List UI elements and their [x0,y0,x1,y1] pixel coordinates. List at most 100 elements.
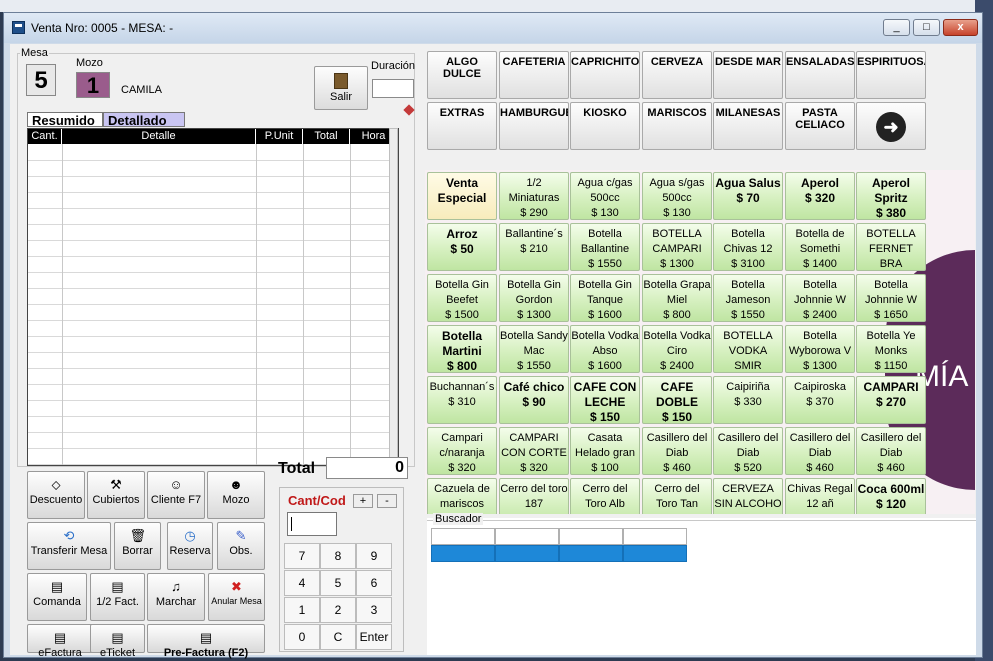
pre-factura-f2-button[interactable]: ▤ Pre-Factura (F2) [147,624,265,659]
search-cell[interactable] [623,528,687,545]
product-button[interactable]: Botella Vodka Ciro $ 2400 [642,325,712,373]
product-button[interactable]: CAMPARI CON CORTE $ 320 [499,427,569,475]
maximize-button[interactable]: □ [913,19,940,36]
product-button[interactable]: Aperol Spritz $ 380 [856,172,926,220]
key-3[interactable]: 3 [356,597,392,623]
pin-icon[interactable] [403,104,415,116]
category-extras[interactable]: EXTRAS [427,102,497,150]
product-button[interactable]: CAFE DOBLE $ 150 [642,376,712,424]
descuento-button[interactable]: ⬦ Descuento [27,471,85,519]
product-button[interactable]: Casillero del Diab $ 460 [785,427,855,475]
product-button[interactable]: Casillero del Diab $ 520 [713,427,783,475]
key-7[interactable]: 7 [284,543,320,569]
product-button[interactable]: Casillero del Diab $ 460 [856,427,926,475]
category-ensaladas[interactable]: ENSALADAS [785,51,855,99]
category-hamburguesas[interactable]: HAMBURGUESAS [499,102,569,150]
product-button[interactable]: Botella Ye Monks $ 1150 [856,325,926,373]
plus-button[interactable]: + [353,494,373,508]
product-button[interactable]: 1/2 Miniaturas $ 290 [499,172,569,220]
search-cell[interactable] [495,528,559,545]
cliente-f7-button[interactable]: ☺ Cliente F7 [147,471,205,519]
key-4[interactable]: 4 [284,570,320,596]
category-pasta-celiaco[interactable]: PASTA CELIACO [785,102,855,150]
product-button[interactable]: Botella Jameson $ 1550 [713,274,783,322]
key-c[interactable]: C [320,624,356,650]
key-6[interactable]: 6 [356,570,392,596]
product-button[interactable]: Agua s/gas 500cc $ 130 [642,172,712,220]
marchar-button[interactable]: ♫ Marchar [147,573,205,621]
product-button[interactable]: BOTELLA CAMPARI $ 1300 [642,223,712,271]
minimize-button[interactable]: _ [883,19,910,36]
product-button[interactable]: CAMPARI $ 270 [856,376,926,424]
product-button[interactable]: Botella Johnnie W $ 1650 [856,274,926,322]
col-detalle[interactable]: Detalle [62,129,256,144]
comanda-button[interactable]: ▤ Comanda [27,573,87,621]
key-9[interactable]: 9 [356,543,392,569]
product-button[interactable]: Botella Gin Tanque $ 1600 [570,274,640,322]
product-button[interactable]: Botella Grapa Miel $ 800 [642,274,712,322]
product-button[interactable]: Cerro del Toro Alb [570,478,640,514]
category-algo-dulce[interactable]: ALGO DULCE [427,51,497,99]
product-button[interactable]: Botella de Somethi $ 1400 [785,223,855,271]
buscador-results[interactable] [431,528,687,564]
product-button[interactable]: Botella Vodka Abso $ 1600 [570,325,640,373]
search-cell[interactable] [431,528,495,545]
key-enter[interactable]: Enter [356,624,392,650]
category-espirituosas[interactable]: ESPIRITUOSAS [856,51,926,99]
product-button[interactable]: Venta Especial [427,172,497,220]
transferir-mesa-button[interactable]: ⟲ Transferir Mesa [27,522,111,570]
product-button[interactable]: Aperol $ 320 [785,172,855,220]
efactura-button[interactable]: ▤ eFactura [27,624,93,659]
eticket-button[interactable]: ▤ eTicket [90,624,145,659]
category-mariscos[interactable]: MARISCOS [642,102,712,150]
search-cell-selected[interactable] [559,545,623,562]
category-cafeteria[interactable]: CAFETERIA [499,51,569,99]
product-button[interactable]: Cazuela de mariscos [427,478,497,514]
col-total[interactable]: Total [303,129,350,144]
minus-button[interactable]: - [377,494,397,508]
product-button[interactable]: Botella Gin Beefet $ 1500 [427,274,497,322]
key-2[interactable]: 2 [320,597,356,623]
category-milanesas[interactable]: MILANESAS [713,102,783,150]
product-button[interactable]: Cerro del toro 187 [499,478,569,514]
grid-scrollbar[interactable] [389,128,398,464]
product-button[interactable]: Buchannan´s $ 310 [427,376,497,424]
category-kiosko[interactable]: KIOSKO [570,102,640,150]
col-cant[interactable]: Cant. [28,129,62,144]
product-button[interactable]: Agua c/gas 500cc $ 130 [570,172,640,220]
cubiertos-button[interactable]: ⚒ Cubiertos [87,471,145,519]
category-caprichitos[interactable]: CAPRICHITOS [570,51,640,99]
product-button[interactable]: Botella Chivas 12 $ 3100 [713,223,783,271]
salir-button[interactable]: Salir [314,66,368,110]
product-button[interactable]: BOTELLA VODKA SMIR$ 1200 [713,325,783,373]
product-button[interactable]: Arroz $ 50 [427,223,497,271]
product-button[interactable]: Caipiriña $ 330 [713,376,783,424]
key-1[interactable]: 1 [284,597,320,623]
key-5[interactable]: 5 [320,570,356,596]
product-button[interactable]: CERVEZA SIN ALCOHO [713,478,783,514]
key-8[interactable]: 8 [320,543,356,569]
reserva-button[interactable]: ◷ Reserva [167,522,213,570]
product-button[interactable]: Botella Gin Gordon $ 1300 [499,274,569,322]
duracion-field[interactable] [372,79,414,98]
product-button[interactable]: Botella Wyborowa V $ 1300 [785,325,855,373]
1-2-fact-button[interactable]: ▤ 1/2 Fact. [90,573,145,621]
col-punit[interactable]: P.Unit [256,129,303,144]
product-button[interactable]: Cerro del Toro Tan [642,478,712,514]
product-button[interactable]: Botella Martini $ 800 [427,325,497,373]
product-button[interactable]: Caipiroska $ 370 [785,376,855,424]
category-cerveza[interactable]: CERVEZA [642,51,712,99]
search-cell-selected[interactable] [431,545,495,562]
product-button[interactable]: Botella Ballantine $ 1550 [570,223,640,271]
product-button[interactable]: BOTELLA FERNET BRA$ 1300 [856,223,926,271]
product-button[interactable]: Coca 600ml $ 120 [856,478,926,514]
product-button[interactable]: Casillero del Diab $ 460 [642,427,712,475]
product-button[interactable]: Botella Johnnie W $ 2400 [785,274,855,322]
product-button[interactable]: Ballantine´s $ 210 [499,223,569,271]
search-cell-selected[interactable] [495,545,559,562]
tab-resumido[interactable]: Resumido [27,112,103,128]
product-button[interactable]: Café chico $ 90 [499,376,569,424]
key-0[interactable]: 0 [284,624,320,650]
product-button[interactable]: Casata Helado gran $ 100 [570,427,640,475]
cantcod-input[interactable] [287,512,337,536]
